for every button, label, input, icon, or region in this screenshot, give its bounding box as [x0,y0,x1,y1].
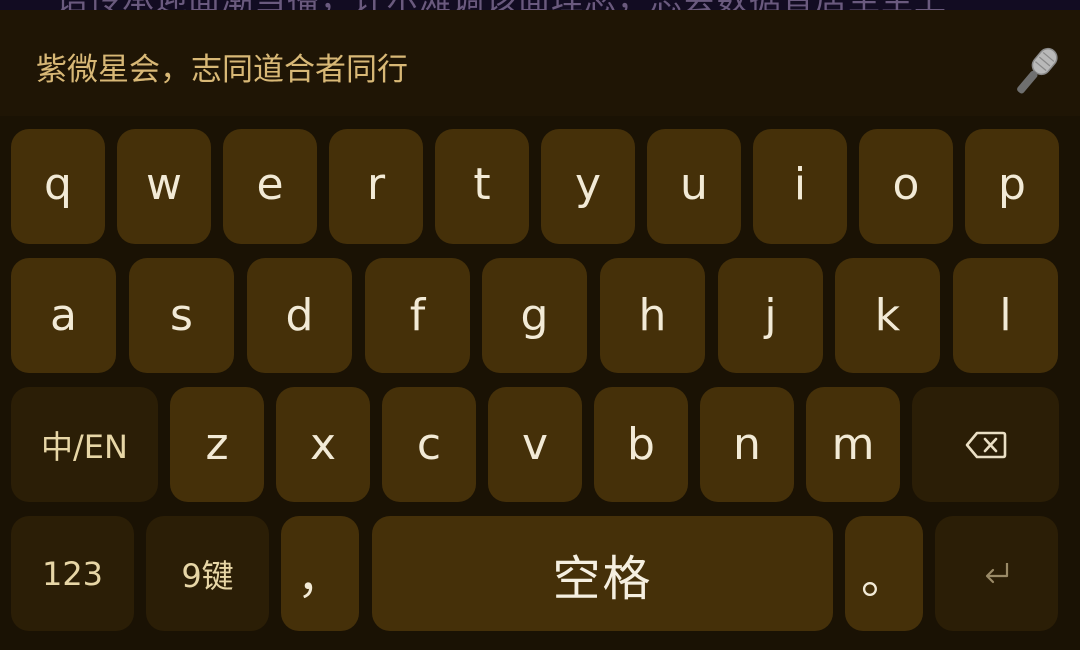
key-y[interactable]: y [541,129,635,244]
key-l[interactable]: l [953,258,1058,373]
candidate-bar: 紫微星会，志同道合者同行 [0,10,1080,116]
key-q[interactable]: q [11,129,105,244]
key-d[interactable]: d [247,258,352,373]
microphone-icon[interactable] [1002,40,1068,106]
key-i[interactable]: i [753,129,847,244]
key-t[interactable]: t [435,129,529,244]
key-g[interactable]: g [482,258,587,373]
key-j[interactable]: j [718,258,823,373]
key-w[interactable]: w [117,129,211,244]
comma-key[interactable]: ， [281,516,359,631]
lang-switch-key[interactable]: 中/EN [11,387,158,502]
nine-key-layout-key[interactable]: 9键 [146,516,269,631]
key-x[interactable]: x [276,387,370,502]
key-p[interactable]: p [965,129,1059,244]
key-b[interactable]: b [594,387,688,502]
key-o[interactable]: o [859,129,953,244]
background-text: 语传承迎面潮当播，计尔滩调该面理念，总会数据替居至至上 [56,0,947,10]
key-z[interactable]: z [170,387,264,502]
key-m[interactable]: m [806,387,900,502]
key-v[interactable]: v [488,387,582,502]
period-key[interactable]: 。 [845,516,923,631]
backspace-icon [965,430,1007,460]
space-key[interactable]: 空格 [372,516,833,631]
numbers-key[interactable]: 123 [11,516,134,631]
backspace-key[interactable] [912,387,1059,502]
enter-icon [982,560,1012,588]
key-n[interactable]: n [700,387,794,502]
key-c[interactable]: c [382,387,476,502]
candidate-suggestion[interactable]: 紫微星会，志同道合者同行 [36,44,408,89]
key-a[interactable]: a [11,258,116,373]
key-r[interactable]: r [329,129,423,244]
key-e[interactable]: e [223,129,317,244]
key-k[interactable]: k [835,258,940,373]
key-s[interactable]: s [129,258,234,373]
key-h[interactable]: h [600,258,705,373]
enter-key[interactable] [935,516,1058,631]
keyboard: q w e r t y u i o p a s d f g h j k l 中/… [0,116,1080,650]
top-strip: 语传承迎面潮当播，计尔滩调该面理念，总会数据替居至至上 [0,0,1080,10]
key-f[interactable]: f [365,258,470,373]
key-u[interactable]: u [647,129,741,244]
